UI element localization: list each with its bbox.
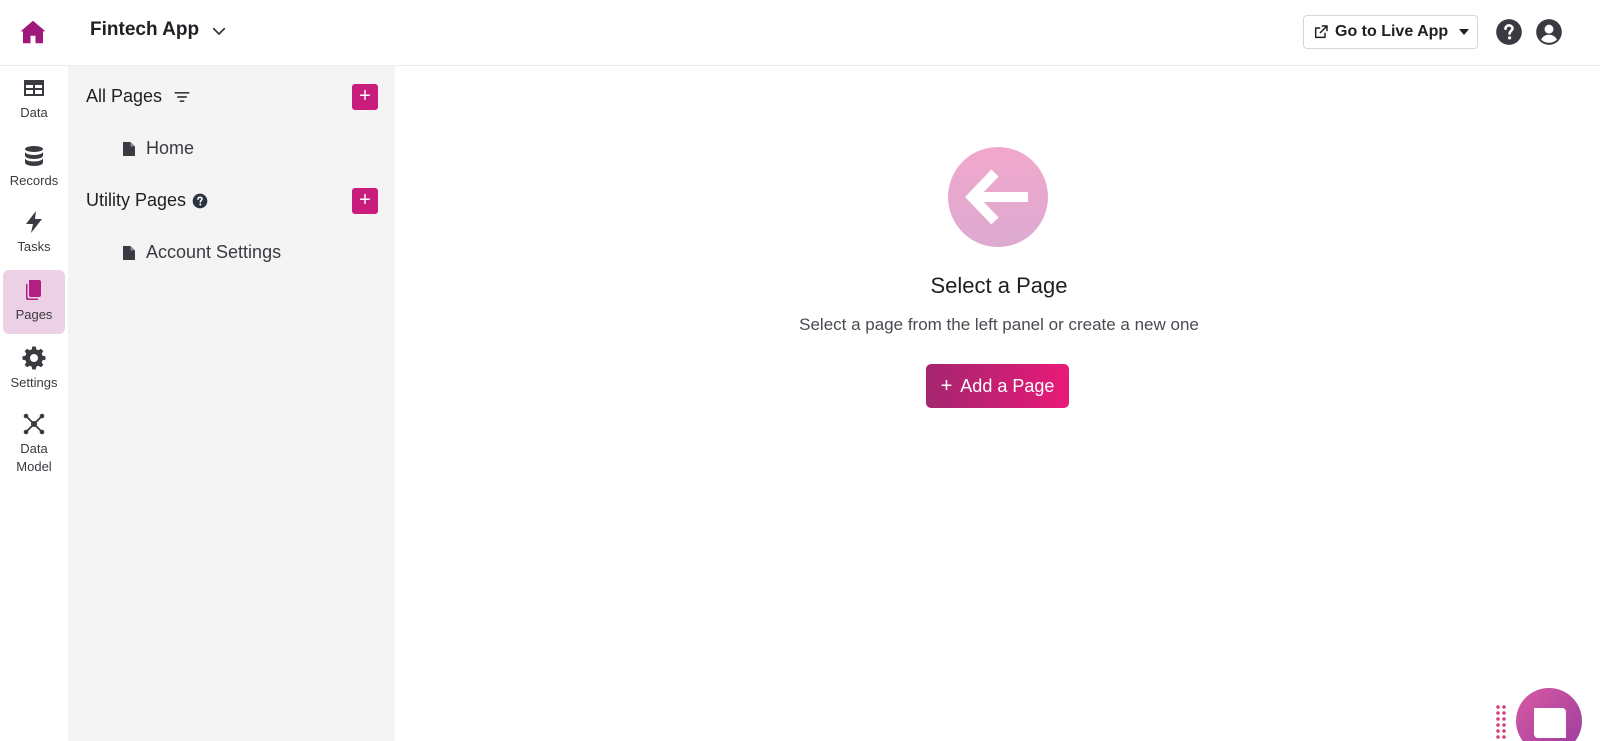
add-page-plus-button[interactable]: + <box>352 84 378 110</box>
bolt-icon <box>26 211 42 233</box>
chevron-down-icon[interactable] <box>210 22 228 40</box>
pages-icon <box>26 280 41 300</box>
arrow-left-circle-icon <box>948 147 1048 247</box>
all-pages-header: All Pages <box>86 86 192 107</box>
live-app-dropdown-button[interactable] <box>1450 15 1478 49</box>
chat-support-button[interactable] <box>1516 688 1582 741</box>
empty-state-subtitle: Select a page from the left panel or cre… <box>799 315 1199 334</box>
question-circle-icon[interactable] <box>192 193 208 209</box>
file-icon <box>123 245 135 260</box>
utility-pages-title: Utility Pages <box>86 190 187 210</box>
file-icon <box>123 141 135 156</box>
help-icon[interactable] <box>1495 18 1523 46</box>
pages-panel: All Pages + Home Utility Pages + Account… <box>68 66 395 741</box>
arrow-left-icon <box>965 169 1028 225</box>
drag-handle-icon[interactable] <box>1495 704 1507 740</box>
rail-item-label: Pages <box>15 307 53 322</box>
rail-item-label: Records <box>9 173 59 188</box>
utility-pages-header: Utility Pages <box>86 190 208 211</box>
top-header: Fintech App Go to Live App <box>0 0 1600 66</box>
page-item-account-settings[interactable]: Account Settings <box>122 242 281 263</box>
rail-item-records[interactable]: Records <box>3 144 65 202</box>
go-to-live-app-label: Go to Live App <box>1335 23 1449 40</box>
external-link-icon <box>1314 25 1328 39</box>
rail-item-pages[interactable]: Pages <box>3 270 65 334</box>
home-icon[interactable] <box>18 17 48 47</box>
database-icon <box>25 146 43 166</box>
gear-icon <box>22 346 46 370</box>
rail-item-label: Tasks <box>17 239 51 254</box>
user-account-icon[interactable] <box>1535 18 1563 46</box>
page-item-home[interactable]: Home <box>122 138 194 159</box>
go-to-live-app-button[interactable]: Go to Live App <box>1303 15 1451 49</box>
rail-item-data[interactable]: Data <box>3 76 65 134</box>
rail-item-settings[interactable]: Settings <box>3 346 65 404</box>
all-pages-title: All Pages <box>86 86 163 106</box>
rail-item-tasks[interactable]: Tasks <box>3 210 65 268</box>
filter-icon[interactable] <box>172 87 192 107</box>
add-utility-page-plus-button[interactable]: + <box>352 188 378 214</box>
left-nav-rail: Data Records Tasks Pages Settings Data M… <box>0 66 68 741</box>
empty-state-title: Select a Page <box>930 273 1068 298</box>
rail-item-label: Data Model <box>16 441 52 474</box>
network-icon <box>23 413 45 435</box>
app-title[interactable]: Fintech App <box>90 19 199 41</box>
rail-item-label: Settings <box>10 375 58 390</box>
add-a-page-button[interactable]: + Add a Page <box>926 364 1069 408</box>
table-icon <box>24 80 44 96</box>
page-item-label: Account Settings <box>146 242 282 262</box>
rail-item-data-model[interactable]: Data Model <box>3 412 65 484</box>
chat-bubble-icon <box>1534 708 1566 738</box>
plus-icon: + <box>940 374 953 397</box>
caret-down-icon <box>1458 29 1469 35</box>
add-a-page-label: Add a Page <box>960 375 1055 396</box>
rail-item-label: Data <box>20 105 48 120</box>
page-item-label: Home <box>146 138 195 158</box>
